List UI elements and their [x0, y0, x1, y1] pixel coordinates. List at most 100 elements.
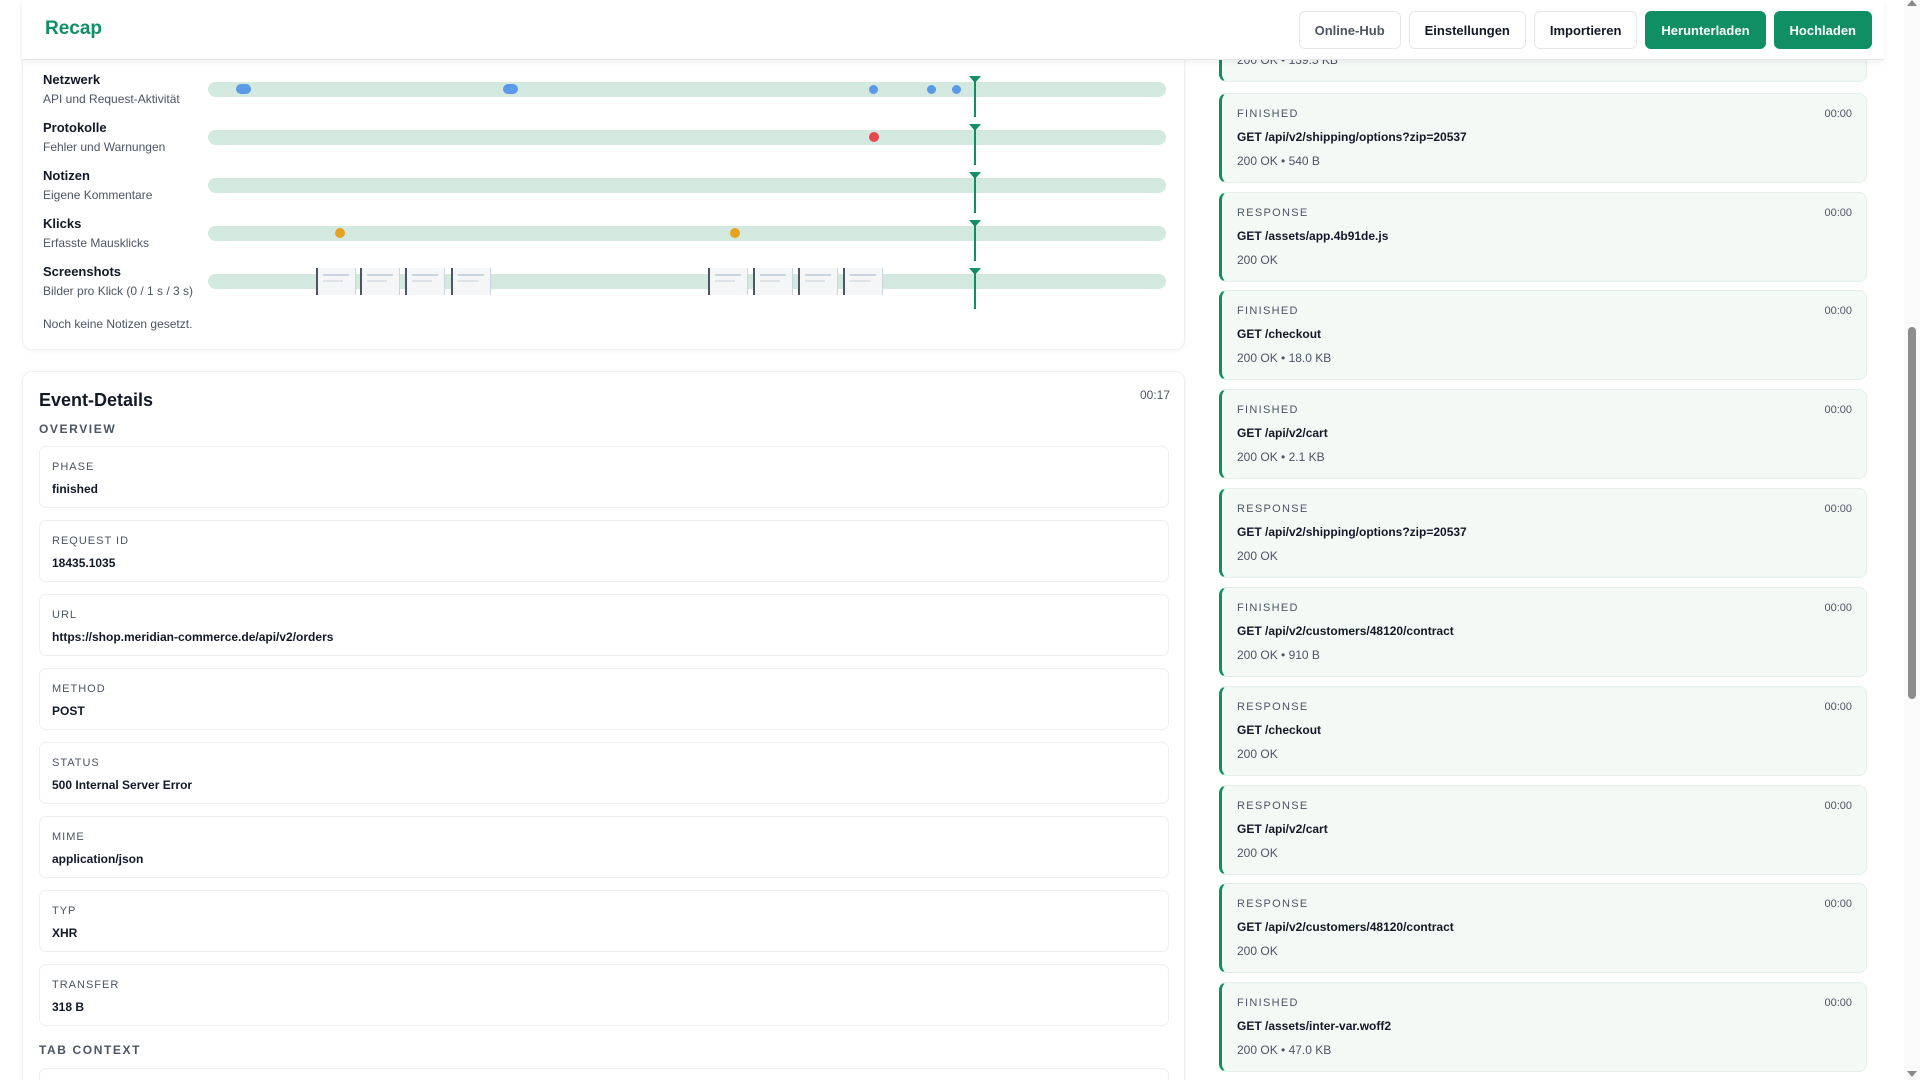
scrollbar-thumb[interactable] [1908, 327, 1916, 699]
event-card[interactable]: FINISHED 00:00 GET /checkout 200 OK • 18… [1219, 290, 1867, 380]
track-label-clicks: Klicks Erfasste Mausklicks [43, 216, 149, 250]
settings-button[interactable]: Einstellungen [1408, 11, 1526, 49]
click-event-dot[interactable] [730, 228, 740, 238]
screenshot-thumbnail[interactable] [316, 268, 356, 295]
field-label: REQUEST ID [52, 535, 130, 547]
track-bar-logs[interactable] [208, 130, 1166, 145]
field-url: URL https://shop.meridian-commerce.de/ap… [39, 594, 1169, 656]
event-time: 00:00 [1824, 898, 1852, 910]
event-list: 200 OK • 139.5 KB FINISHED 00:00 GET /ap… [1219, 0, 1867, 1080]
field-value: XHR [52, 926, 78, 940]
event-url: GET /assets/inter-var.woff2 [1237, 1019, 1392, 1033]
event-phase: RESPONSE [1237, 503, 1309, 515]
event-status: 200 OK [1237, 253, 1278, 267]
event-phase: FINISHED [1237, 602, 1299, 614]
event-time: 00:00 [1824, 602, 1852, 614]
track-bar-network[interactable] [208, 82, 1166, 97]
field-value: 500 Internal Server Error [52, 778, 193, 792]
field-value: POST [52, 704, 85, 718]
playhead-line[interactable] [974, 77, 976, 117]
field-tab-context [39, 1068, 1169, 1080]
track-title: Notizen [43, 168, 90, 183]
event-card[interactable]: RESPONSE 00:00 GET /assets/app.4b91de.js… [1219, 192, 1867, 282]
track-bar-screenshots[interactable] [208, 268, 1166, 295]
track-bar-clicks[interactable] [208, 226, 1166, 241]
track-subtitle: Bilder pro Klick (0 / 1 s / 3 s) [43, 284, 194, 298]
field-type: TYP XHR [39, 890, 1169, 952]
event-phase: FINISHED [1237, 305, 1299, 317]
track-bar-notes[interactable] [208, 178, 1166, 193]
upload-button[interactable]: Hochladen [1773, 11, 1872, 49]
screenshot-thumbnail[interactable] [708, 268, 748, 295]
playhead-line[interactable] [974, 269, 976, 309]
event-card[interactable]: FINISHED 00:00 GET /api/v2/cart 200 OK •… [1219, 389, 1867, 479]
playhead-line[interactable] [974, 125, 976, 165]
field-phase: PHASE finished [39, 446, 1169, 508]
network-event-dot[interactable] [503, 84, 518, 94]
event-url: GET /api/v2/shipping/options?zip=20537 [1237, 130, 1467, 144]
event-status: 200 OK [1237, 846, 1278, 860]
download-button[interactable]: Herunterladen [1645, 11, 1766, 49]
online-hub-button[interactable]: Online-Hub [1298, 11, 1401, 49]
event-status: 200 OK • 540 B [1237, 154, 1320, 168]
event-time: 00:00 [1824, 305, 1852, 317]
screenshot-thumbnail[interactable] [753, 268, 793, 295]
playhead-line[interactable] [974, 173, 976, 213]
scroll-down-icon[interactable] [1907, 1071, 1917, 1077]
network-event-dot[interactable] [952, 85, 961, 94]
event-card[interactable]: RESPONSE 00:00 GET /api/v2/customers/481… [1219, 883, 1867, 973]
event-status: 200 OK [1237, 944, 1278, 958]
brand-logo[interactable]: Recap [45, 18, 102, 40]
page-scrollbar[interactable] [1904, 0, 1920, 1080]
field-transfer: TRANSFER 318 B [39, 964, 1169, 1026]
event-status: 200 OK [1237, 747, 1278, 761]
network-event-dot[interactable] [927, 85, 936, 94]
tab-context-heading: TAB CONTEXT [39, 1043, 142, 1057]
track-title: Screenshots [43, 264, 122, 279]
field-label: TRANSFER [52, 979, 120, 991]
screenshot-thumbnail[interactable] [360, 268, 400, 295]
network-event-dot[interactable] [236, 84, 251, 94]
field-value: 318 B [52, 1000, 85, 1014]
screenshot-thumbnail[interactable] [843, 268, 883, 295]
event-status: 200 OK • 47.0 KB [1237, 1043, 1332, 1057]
event-url: GET /assets/app.4b91de.js [1237, 229, 1389, 243]
track-label-screenshots: Screenshots Bilder pro Klick (0 / 1 s / … [43, 264, 193, 298]
event-timestamp: 00:17 [1139, 388, 1170, 402]
track-label-notes: Notizen Eigene Kommentare [43, 168, 152, 202]
event-card[interactable]: FINISHED 00:00 GET /api/v2/shipping/opti… [1219, 93, 1867, 183]
screenshot-thumbnail[interactable] [798, 268, 838, 295]
event-phase: FINISHED [1237, 404, 1299, 416]
network-event-dot[interactable] [869, 85, 878, 94]
scroll-up-icon[interactable] [1907, 0, 1917, 6]
field-request-id: REQUEST ID 18435.1035 [39, 520, 1169, 582]
event-details-panel: Event-Details 00:17 OVERVIEW PHASE finis… [22, 371, 1185, 1080]
track-title: Protokolle [43, 120, 107, 135]
event-card[interactable]: FINISHED 00:00 GET /api/v2/customers/481… [1219, 587, 1867, 677]
field-status: STATUS 500 Internal Server Error [39, 742, 1169, 804]
event-card[interactable]: FINISHED 00:00 GET /assets/inter-var.wof… [1219, 982, 1867, 1072]
event-phase: RESPONSE [1237, 800, 1309, 812]
event-card[interactable]: RESPONSE 00:00 GET /api/v2/cart 200 OK [1219, 785, 1867, 875]
field-method: METHOD POST [39, 668, 1169, 730]
playhead-line[interactable] [974, 221, 976, 261]
event-card[interactable]: RESPONSE 00:00 GET /api/v2/shipping/opti… [1219, 488, 1867, 578]
event-time: 00:00 [1824, 997, 1852, 1009]
screenshot-thumbnail[interactable] [451, 268, 491, 295]
click-event-dot[interactable] [335, 228, 345, 238]
field-label: METHOD [52, 683, 106, 695]
event-time: 00:00 [1824, 701, 1852, 713]
field-value: finished [52, 482, 99, 496]
screenshot-thumbnail[interactable] [405, 268, 445, 295]
field-label: STATUS [52, 757, 100, 769]
track-subtitle: Eigene Kommentare [43, 188, 153, 202]
import-button[interactable]: Importieren [1533, 11, 1638, 49]
event-time: 00:00 [1824, 108, 1852, 120]
track-title: Klicks [43, 216, 82, 231]
event-card[interactable]: RESPONSE 00:00 GET /checkout 200 OK [1219, 686, 1867, 776]
field-label: URL [52, 609, 78, 621]
event-time: 00:00 [1824, 503, 1852, 515]
error-event-dot[interactable] [869, 132, 879, 142]
event-status: 200 OK • 910 B [1237, 648, 1320, 662]
field-mime: MIME application/json [39, 816, 1169, 878]
